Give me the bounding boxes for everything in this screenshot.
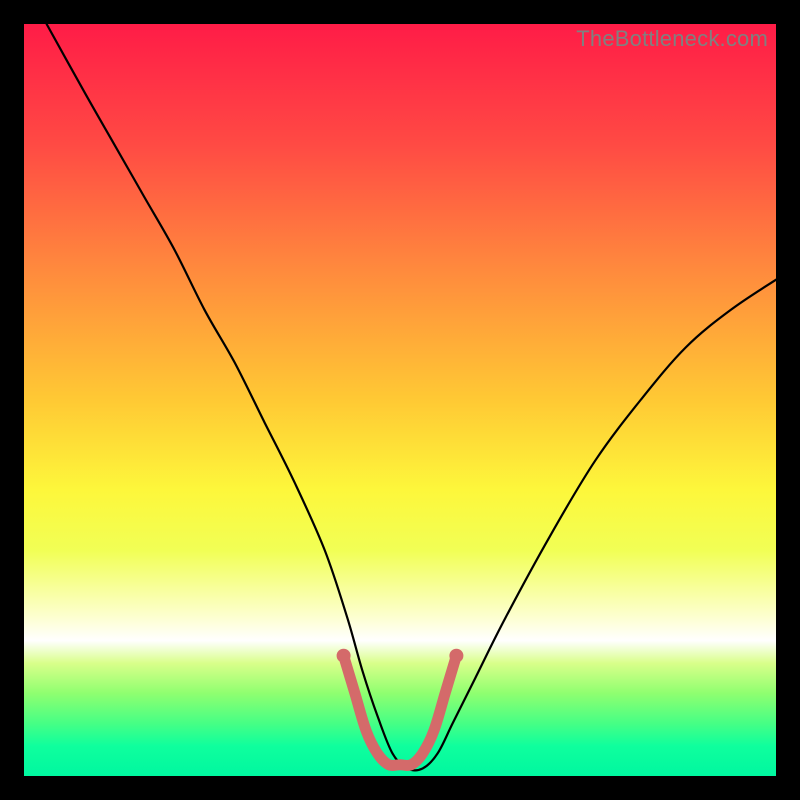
valley-highlight-dot (337, 649, 351, 663)
valley-highlight-dot (449, 649, 463, 663)
plot-area: TheBottleneck.com (24, 24, 776, 776)
chart-frame: TheBottleneck.com (0, 0, 800, 800)
curve-layer (24, 24, 776, 776)
bottleneck-curve-path (47, 24, 776, 770)
